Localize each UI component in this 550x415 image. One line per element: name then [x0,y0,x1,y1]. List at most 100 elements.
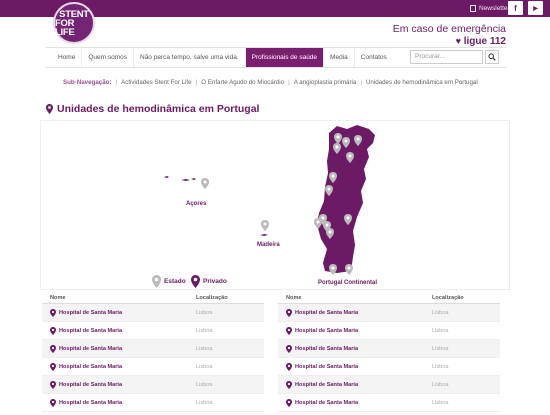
subnav-item-infarction[interactable]: O Enfarte Agudo do Miocárdio [201,79,284,86]
hospital-name: Hospital de Santa Maria [59,363,123,370]
table-header: Nome Localização [278,292,500,304]
search-button[interactable] [485,50,499,64]
table-row[interactable]: Hospital de Santa Maria Lisboa [42,358,264,376]
logo[interactable]: STENT FOR LIFE [53,2,95,44]
hospital-location: Lisboa [196,345,213,352]
youtube-icon: ▶ [533,5,538,12]
table-row[interactable]: Hospital de Santa Maria Lisboa [278,340,500,358]
emergency-number-text: ligue 112 [463,36,506,47]
pin-mainland[interactable] [325,185,333,196]
pin-mainland[interactable] [314,218,322,229]
sub-navigation: Sub-Navegação: | Actividades Stent For L… [63,79,478,86]
pin-mainland[interactable] [333,143,341,154]
youtube-button[interactable]: ▶ [528,1,543,15]
subnav-item-units[interactable]: Unidades de hemodinâmica em Portugal [366,79,478,86]
hospital-name: Hospital de Santa Maria [59,381,123,388]
nav-item-save-life[interactable]: Não perca tempo, salve uma vida. [134,48,246,67]
pin-mainland[interactable] [344,214,352,225]
pin-icon [50,344,56,353]
newsletter-label: Newsletter [479,5,510,12]
search-icon [488,53,496,61]
nav-item-professionals[interactable]: Profissionais de saúde [245,48,325,67]
label-continental: Portugal Continental [318,280,377,286]
table-header: Nome Localização [42,292,264,304]
table-row[interactable]: Hospital de Santa Maria Lisboa [42,340,264,358]
subnav-item-activities[interactable]: Actividades Stent For Life [121,79,192,86]
pin-grey-icon [152,275,161,288]
heart-icon: ♥ [455,36,461,46]
pin-mainland[interactable] [329,264,337,275]
hospital-name: Hospital de Santa Maria [59,309,123,316]
pin-icon [50,308,56,317]
pin-mainland[interactable] [345,264,353,275]
hospital-name: Hospital de Santa Maria [59,345,123,352]
col-name: Nome [286,294,302,301]
table-row[interactable]: Hospital de Santa Maria Lisboa [42,322,264,340]
hospital-name: Hospital de Santa Maria [59,399,123,406]
page-title: Unidades de hemodinâmica em Portugal [46,103,259,115]
table-row[interactable]: Hospital de Santa Maria Lisboa [278,376,500,394]
hospital-name: Hospital de Santa Maria [295,345,359,352]
facebook-button[interactable]: f [508,1,523,15]
pin-icon [286,380,292,389]
hospital-table-left: Nome Localização Hospital de Santa Maria… [42,292,264,412]
pin-mainland[interactable] [326,228,334,239]
hospital-location: Lisboa [196,363,213,370]
pin-mainland[interactable] [346,152,354,163]
label-madeira: Madeira [257,242,280,248]
hospital-location: Lisboa [432,327,449,334]
document-icon [470,5,476,12]
emergency-info: Em caso de emergência ♥ ligue 112 [393,23,506,47]
hospital-location: Lisboa [432,363,449,370]
pin-icon [286,344,292,353]
pin-icon [286,308,292,317]
pin-azores[interactable] [201,178,209,189]
pin-mainland[interactable] [354,135,362,146]
table-row[interactable]: Hospital de Santa Maria Lisboa [278,322,500,340]
hospital-location: Lisboa [196,381,213,388]
col-location: Localização [196,294,228,301]
emergency-number: ♥ ligue 112 [393,36,506,47]
hospital-name: Hospital de Santa Maria [295,399,359,406]
pin-mainland[interactable] [342,137,350,148]
hospital-name: Hospital de Santa Maria [59,327,123,334]
pin-icon [286,326,292,335]
hospital-name: Hospital de Santa Maria [295,363,359,370]
hospital-location: Lisboa [196,309,213,316]
pin-icon [286,362,292,371]
nav-item-media[interactable]: Media [324,48,355,67]
subnav-label: Sub-Navegação: [63,79,112,86]
label-azores: Açores [186,201,207,207]
pin-icon [50,362,56,371]
table-row[interactable]: Hospital de Santa Maria Lisboa [42,304,264,322]
hospital-name: Hospital de Santa Maria [295,309,359,316]
pin-mainland[interactable] [329,172,337,183]
logo-line2: FOR LIFE [55,17,75,38]
hospital-map: Açores Madeira Portugal Continental [40,120,510,290]
nav-item-about[interactable]: Quem somos [82,48,134,67]
search-input[interactable]: Procurar... [410,50,483,64]
table-row[interactable]: Hospital de Santa Maria Lisboa [42,394,264,412]
table-row[interactable]: Hospital de Santa Maria Lisboa [278,304,500,322]
hospital-location: Lisboa [432,399,449,406]
hospital-name: Hospital de Santa Maria [295,327,359,334]
table-row[interactable]: Hospital de Santa Maria Lisboa [278,394,500,412]
pin-icon [50,398,56,407]
pin-mainland[interactable] [334,133,342,144]
pin-purple-icon [191,275,200,288]
map-pin-icon [46,104,53,114]
subnav-item-angioplasty[interactable]: A angioplastia primária [294,79,357,86]
table-row[interactable]: Hospital de Santa Maria Lisboa [42,376,264,394]
table-row[interactable]: Hospital de Santa Maria Lisboa [278,358,500,376]
pin-madeira[interactable] [261,220,269,231]
pin-icon [50,380,56,389]
emergency-text: Em caso de emergência [392,23,506,35]
legend-private-label: Privado [203,278,227,285]
nav-item-contacts[interactable]: Contatos [355,48,393,67]
col-location: Localização [432,294,464,301]
nav-item-home[interactable]: Home [52,48,83,67]
newsletter-link[interactable]: Newsletter [470,2,510,15]
legend-public-label: Estado [164,278,186,285]
pin-icon [286,398,292,407]
col-name: Nome [50,294,66,301]
